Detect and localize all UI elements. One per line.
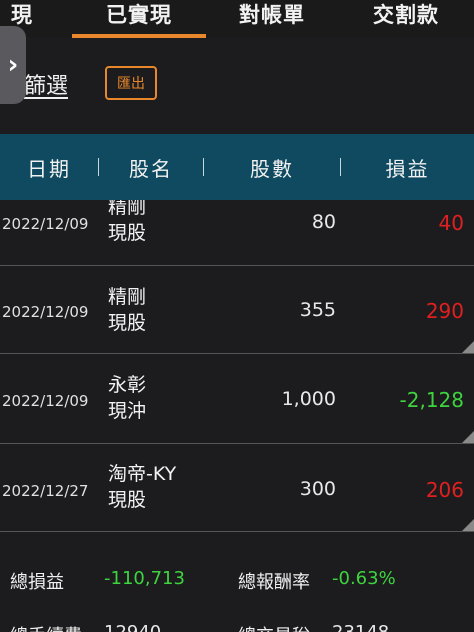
row-expand-corner xyxy=(462,519,474,531)
total-return-label: 總報酬率 xyxy=(238,572,310,593)
table-header: 日期 股名 股數 損益 xyxy=(0,134,474,200)
total-fee-value: 12940 xyxy=(104,622,161,632)
filter-row: 篩選 匯出 xyxy=(0,38,474,134)
row-qty: 355 xyxy=(299,299,336,321)
row-pl: 40 xyxy=(438,211,464,235)
row-date: 2022/12/09 xyxy=(2,392,89,410)
row-date: 2022/12/09 xyxy=(2,303,89,321)
tab-settlement[interactable]: 交割款 xyxy=(356,0,456,37)
total-fee-label: 總手續費 xyxy=(10,622,82,632)
row-trade-type: 現沖 xyxy=(108,400,147,422)
row-qty: 300 xyxy=(299,478,336,500)
tab-statement[interactable]: 對帳單 xyxy=(222,0,322,37)
row-stock-name: 精剛 xyxy=(108,200,147,218)
table-row[interactable]: 2022/12/09 精剛 現股 355 290 xyxy=(0,266,474,354)
row-qty: 1,000 xyxy=(281,388,336,410)
total-return-value: -0.63% xyxy=(332,568,396,589)
total-pl-value: -110,713 xyxy=(104,568,185,589)
side-collapse-handle[interactable]: › xyxy=(0,26,26,104)
row-stock-name: 淘帝-KY xyxy=(108,463,177,485)
row-stock: 淘帝-KY 現股 xyxy=(108,461,176,513)
export-button[interactable]: 匯出 xyxy=(105,66,157,100)
row-trade-type: 現股 xyxy=(108,312,147,334)
filter-label: 篩選 xyxy=(24,74,69,99)
column-header-qty[interactable]: 股數 xyxy=(204,134,340,200)
table-row[interactable]: 2022/12/27 淘帝-KY 現股 300 206 xyxy=(0,444,474,532)
row-stock-name: 精剛 xyxy=(108,286,147,308)
tab-realized[interactable]: 已實現 xyxy=(72,0,206,37)
total-tax-label: 總交易稅 xyxy=(238,622,310,632)
row-stock: 永彰 現沖 xyxy=(108,372,146,424)
trade-list: 2022/12/09 精剛 現股 80 40 2022/12/09 精剛 現股 … xyxy=(0,200,474,532)
table-row[interactable]: 2022/12/09 精剛 現股 80 40 xyxy=(0,200,474,266)
row-trade-type: 現股 xyxy=(108,489,147,511)
row-date: 2022/12/27 xyxy=(2,482,89,500)
total-pl-label: 總損益 xyxy=(10,572,64,593)
summary-panel: 總損益 -110,713 總報酬率 -0.63% 總手續費 12940 總交易稅… xyxy=(0,532,474,632)
row-expand-corner xyxy=(462,341,474,353)
row-stock: 精剛 現股 xyxy=(108,284,146,336)
row-stock: 精剛 現股 xyxy=(108,200,146,246)
top-tab-bar: 現 已實現 對帳單 交割款 xyxy=(0,0,474,38)
row-date: 2022/12/09 xyxy=(2,215,89,233)
table-row[interactable]: 2022/12/09 永彰 現沖 1,000 -2,128 xyxy=(0,354,474,444)
row-pl: -2,128 xyxy=(399,388,464,412)
row-pl: 290 xyxy=(425,299,464,323)
row-pl: 206 xyxy=(425,478,464,502)
chevron-right-icon: › xyxy=(7,50,19,80)
column-header-pl[interactable]: 損益 xyxy=(341,134,474,200)
column-header-name[interactable]: 股名 xyxy=(99,134,203,200)
total-tax-value: 23148 xyxy=(332,622,389,632)
column-header-date[interactable]: 日期 xyxy=(0,134,98,200)
row-expand-corner xyxy=(462,431,474,443)
row-stock-name: 永彰 xyxy=(108,374,147,396)
row-trade-type: 現股 xyxy=(108,222,147,244)
row-qty: 80 xyxy=(311,211,336,233)
